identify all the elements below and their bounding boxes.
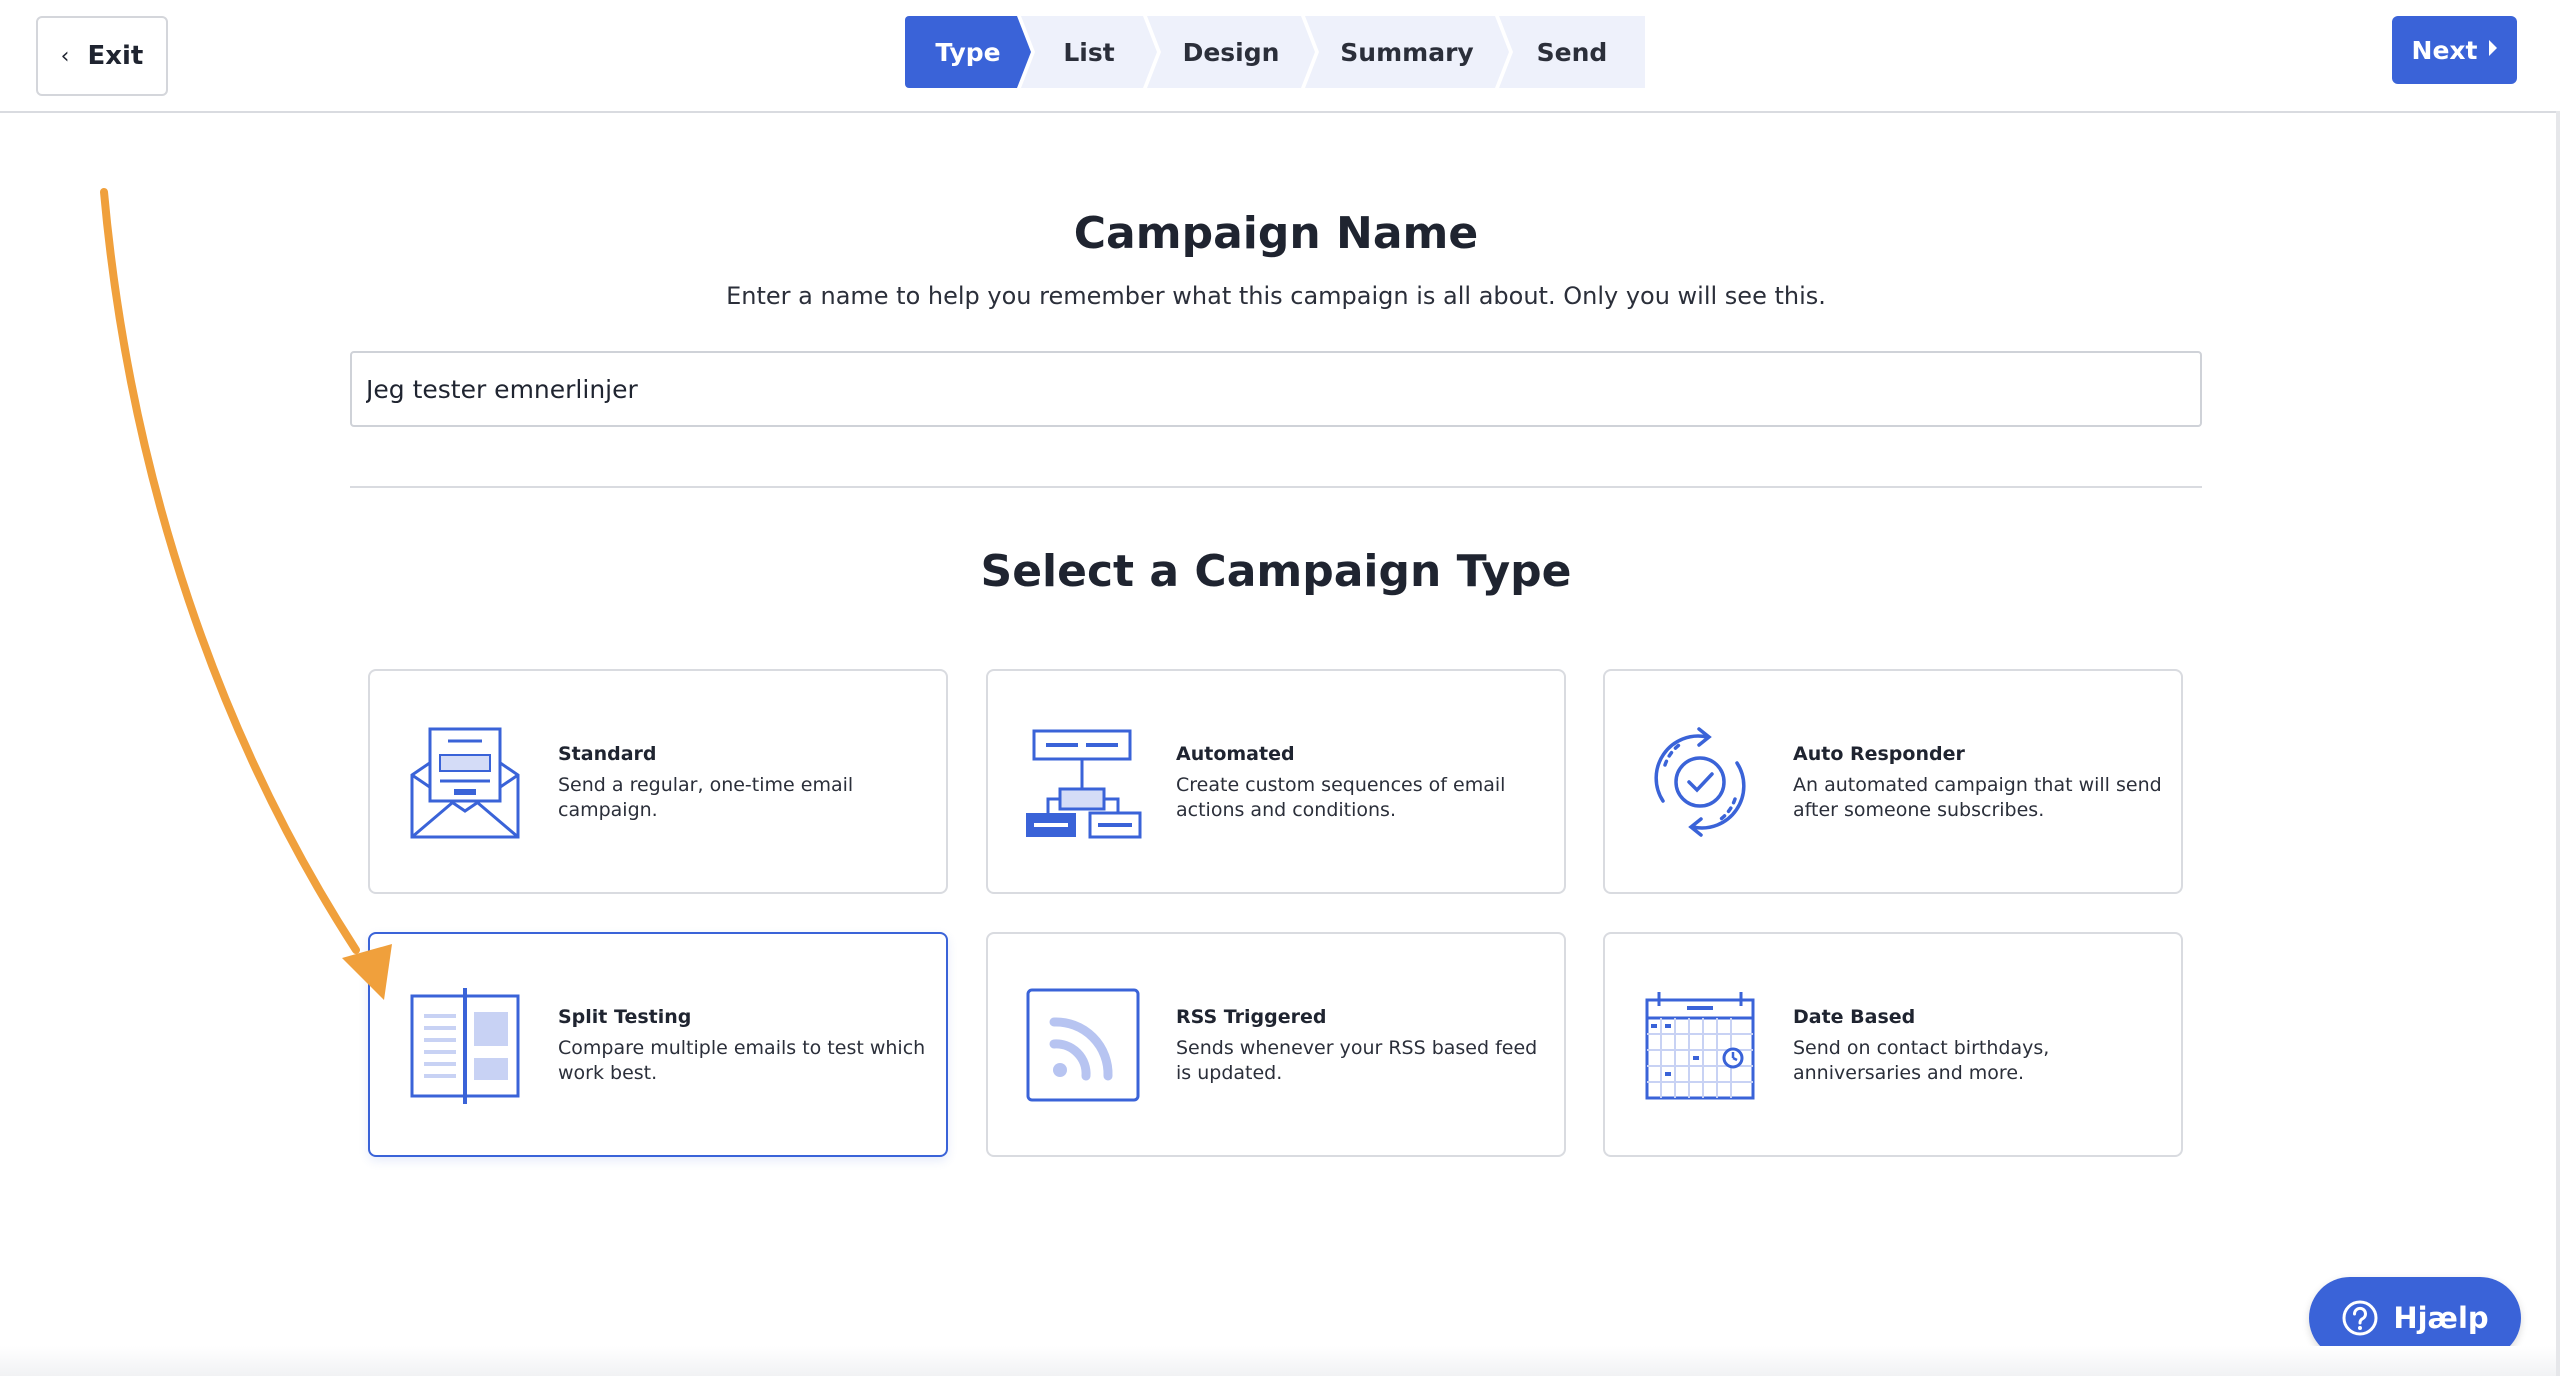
campaign-type-split-testing[interactable]: Split Testing Compare multiple emails to… (368, 932, 948, 1157)
section-divider (350, 486, 2202, 488)
card-title: Automated (1176, 743, 1295, 765)
calendar-icon (1645, 991, 1755, 1099)
scrollbar-track[interactable] (2556, 111, 2560, 1376)
card-description: An automated campaign that will send aft… (1793, 774, 2162, 821)
split-layout-icon (410, 987, 520, 1104)
card-title: Date Based (1793, 1006, 1916, 1028)
campaign-type-date-based[interactable]: Date Based Send on contact birthdays, an… (1603, 932, 2183, 1157)
card-description: Send a regular, one-time email campaign. (558, 774, 854, 821)
card-title: RSS Triggered (1176, 1006, 1327, 1028)
step-type[interactable]: Type (905, 16, 1031, 88)
campaign-type-heading: Select a Campaign Type (980, 546, 1572, 597)
step-summary[interactable]: Summary (1305, 16, 1509, 88)
flowchart-icon (1026, 729, 1142, 838)
card-description: Compare multiple emails to test which wo… (558, 1037, 926, 1084)
next-label: Next (2411, 35, 2478, 65)
campaign-name-input[interactable] (350, 351, 2202, 427)
card-description: Send on contact birthdays, anniversaries… (1793, 1037, 2050, 1084)
help-label: Hjælp (2393, 1301, 2489, 1335)
campaign-type-automated[interactable]: Automated Create custom sequences of ema… (986, 669, 1566, 894)
refresh-check-icon (1654, 726, 1746, 837)
campaign-name-heading: Campaign Name (1073, 208, 1479, 259)
card-title: Auto Responder (1793, 743, 1965, 765)
campaign-type-rss-triggered[interactable]: RSS Triggered Sends whenever your RSS ba… (986, 932, 1566, 1157)
campaign-stepper: Type List Design Summary Send (905, 16, 1645, 88)
campaign-type-auto-responder[interactable]: Auto Responder An automated campaign tha… (1603, 669, 2183, 894)
card-title: Standard (558, 743, 657, 765)
envelope-icon (410, 727, 520, 838)
exit-button[interactable]: ‹ Exit (36, 16, 168, 96)
rss-icon (1026, 988, 1140, 1101)
card-description: Sends whenever your RSS based feed is up… (1176, 1037, 1538, 1084)
question-circle-icon (2342, 1300, 2378, 1336)
exit-label: Exit (87, 41, 144, 71)
bottom-edge (0, 1346, 2556, 1376)
step-design[interactable]: Design (1147, 16, 1315, 88)
campaign-type-standard[interactable]: Standard Send a regular, one-time email … (368, 669, 948, 894)
top-bar: ‹ Exit Type List Design Summary Send Nex… (0, 0, 2560, 113)
campaign-name-subtitle: Enter a name to help you remember what t… (726, 282, 1826, 310)
card-title: Split Testing (558, 1006, 692, 1028)
caret-right-icon (2489, 40, 2498, 56)
chevron-left-icon: ‹ (60, 43, 70, 69)
next-button[interactable]: Next (2392, 16, 2517, 84)
step-list[interactable]: List (1021, 16, 1157, 88)
card-description: Create custom sequences of email actions… (1176, 774, 1506, 821)
step-send[interactable]: Send (1499, 16, 1645, 88)
